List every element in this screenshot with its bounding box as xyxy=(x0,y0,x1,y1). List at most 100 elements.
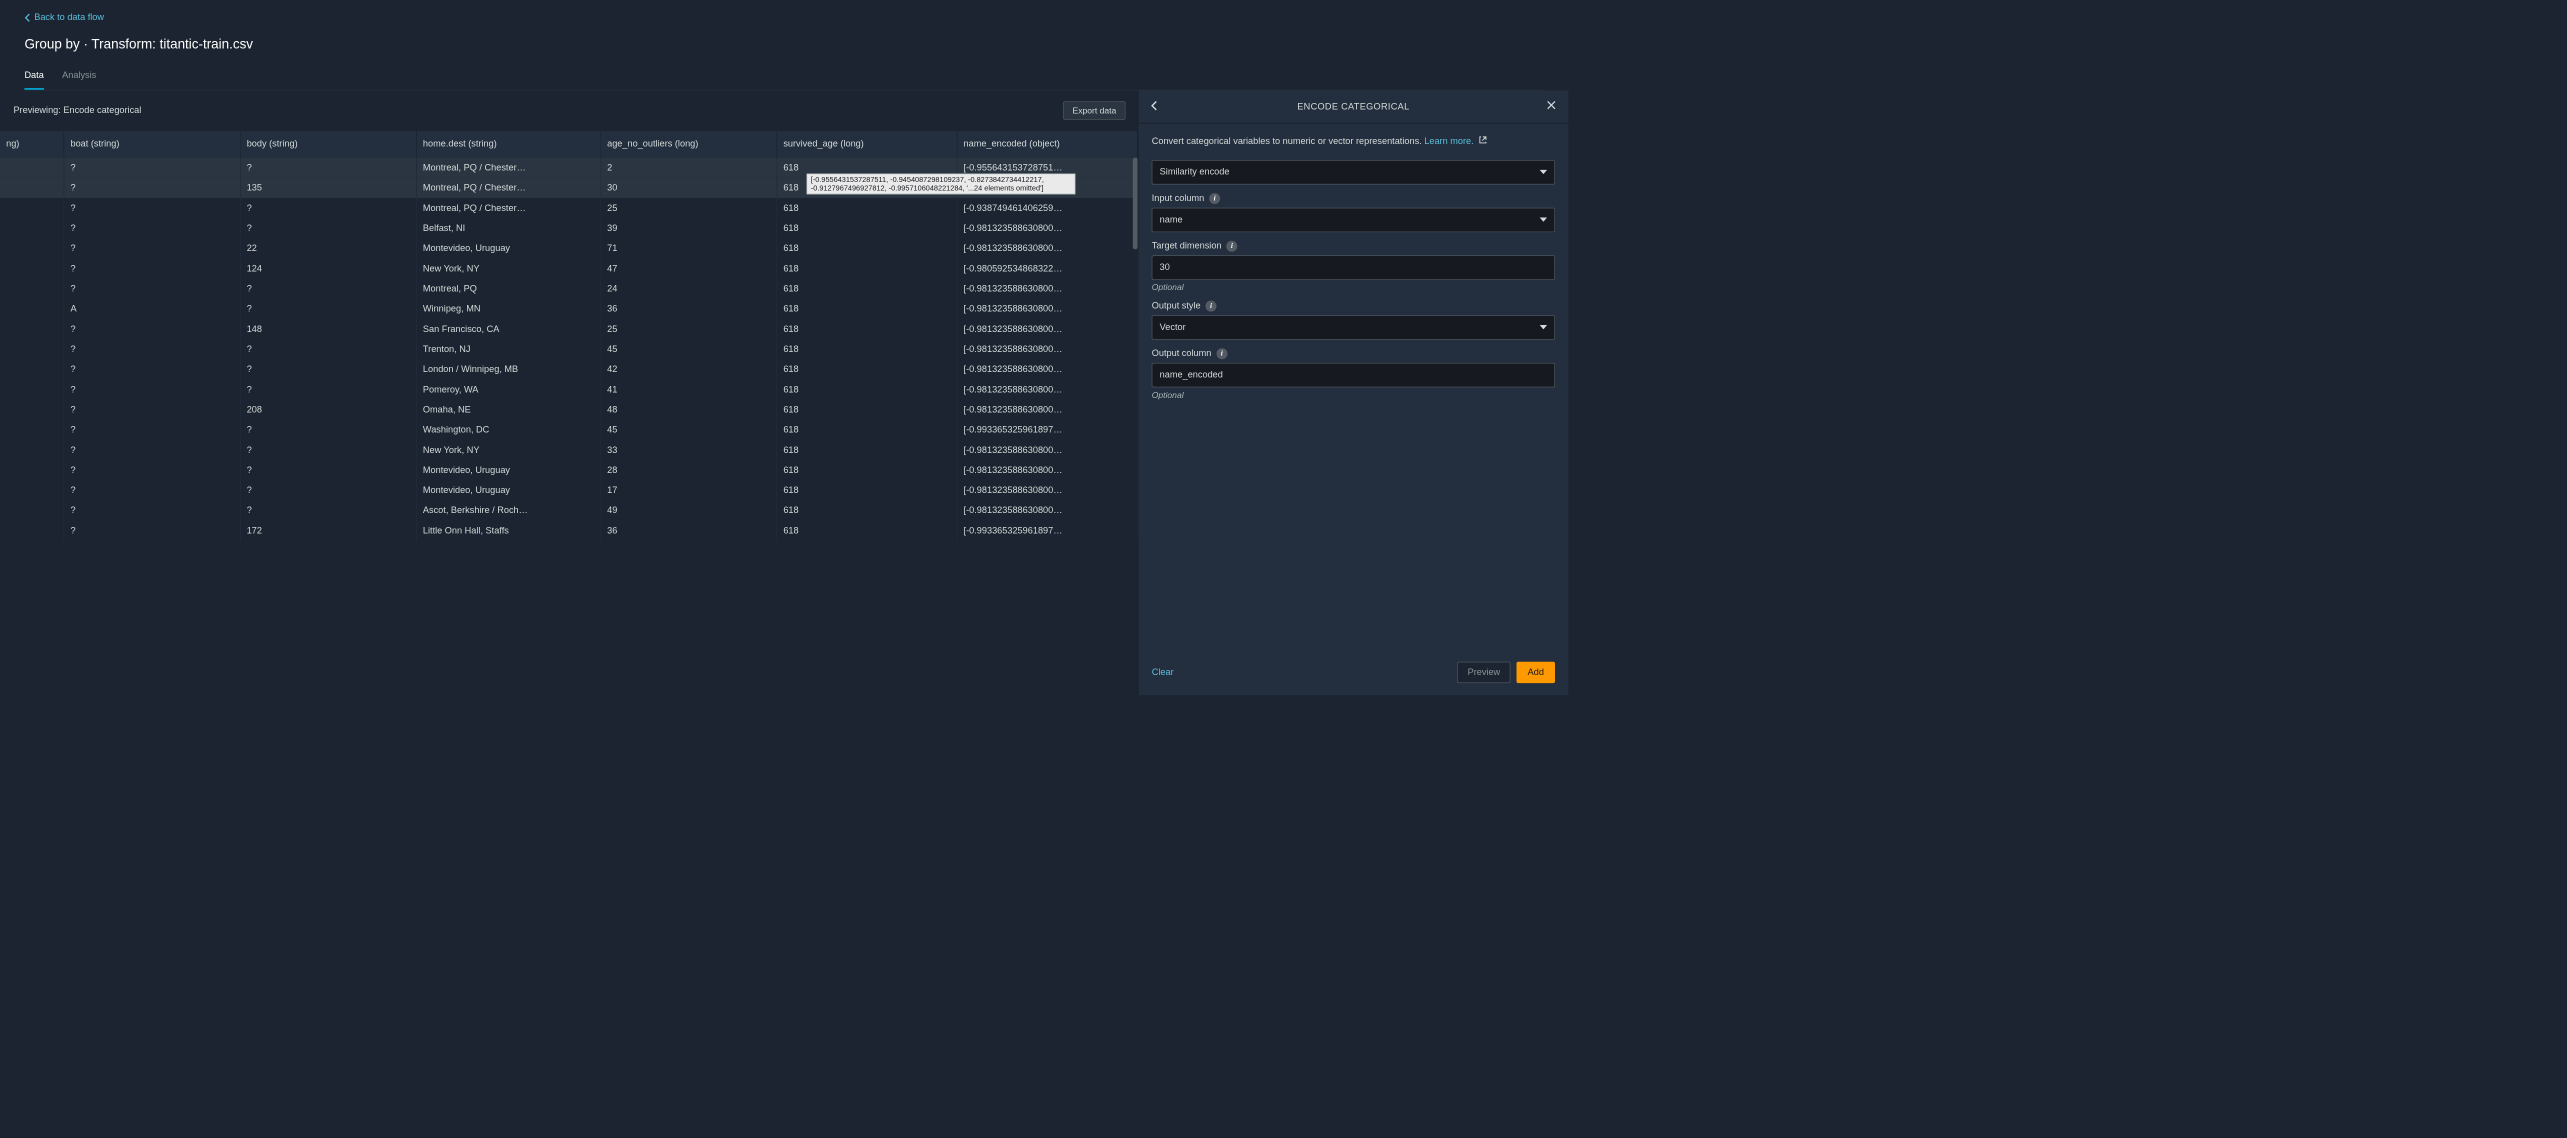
table-cell[interactable]: ? xyxy=(64,258,240,278)
table-cell[interactable]: ? xyxy=(240,218,416,238)
table-cell[interactable]: ? xyxy=(64,520,240,540)
table-cell[interactable]: 48 xyxy=(601,399,777,419)
table-row[interactable]: ??Washington, DC45618[-0.993365325961897… xyxy=(0,419,1137,439)
table-cell[interactable]: 22 xyxy=(240,238,416,258)
table-cell[interactable]: [-0.981323588630800… xyxy=(957,298,1137,318)
info-icon[interactable]: i xyxy=(1226,240,1237,251)
table-cell[interactable]: ? xyxy=(240,379,416,399)
table-cell[interactable]: ? xyxy=(64,198,240,218)
table-cell[interactable] xyxy=(0,460,64,480)
table-cell[interactable]: ? xyxy=(64,460,240,480)
table-cell[interactable]: Montreal, PQ / Chester… xyxy=(416,198,600,218)
table-cell[interactable]: 36 xyxy=(601,298,777,318)
table-cell[interactable] xyxy=(0,440,64,460)
panel-close-button[interactable] xyxy=(1546,99,1556,113)
table-cell[interactable]: ? xyxy=(64,419,240,439)
table-row[interactable]: ??Trenton, NJ45618[-0.981323588630800… xyxy=(0,339,1137,359)
table-cell[interactable]: ? xyxy=(64,157,240,177)
table-cell[interactable]: 41 xyxy=(601,379,777,399)
table-cell[interactable]: ? xyxy=(240,157,416,177)
table-cell[interactable]: Omaha, NE xyxy=(416,399,600,419)
table-cell[interactable]: ? xyxy=(240,440,416,460)
preview-button[interactable]: Preview xyxy=(1457,662,1510,683)
table-cell[interactable]: ? xyxy=(64,238,240,258)
table-row[interactable]: A?Winnipeg, MN36618[-0.981323588630800… xyxy=(0,298,1137,318)
table-row[interactable]: ?148San Francisco, CA25618[-0.9813235886… xyxy=(0,319,1137,339)
table-cell[interactable]: Winnipeg, MN xyxy=(416,298,600,318)
input-column-select[interactable]: name xyxy=(1152,207,1555,231)
table-cell[interactable]: ? xyxy=(64,339,240,359)
table-cell[interactable] xyxy=(0,339,64,359)
table-cell[interactable] xyxy=(0,278,64,298)
table-cell[interactable]: 39 xyxy=(601,218,777,238)
table-cell[interactable]: 618 xyxy=(777,218,957,238)
table-cell[interactable]: [-0.981323588630800… xyxy=(957,359,1137,379)
table-cell[interactable]: ? xyxy=(240,198,416,218)
table-cell[interactable]: ? xyxy=(64,480,240,500)
table-cell[interactable]: 36 xyxy=(601,520,777,540)
table-cell[interactable] xyxy=(0,419,64,439)
column-header-encoded[interactable]: name_encoded (object) xyxy=(957,130,1137,157)
table-cell[interactable]: Montreal, PQ / Chester… xyxy=(416,177,600,197)
export-data-button[interactable]: Export data xyxy=(1063,101,1125,119)
table-cell[interactable]: 618 xyxy=(777,399,957,419)
info-icon[interactable]: i xyxy=(1209,193,1220,204)
table-cell[interactable]: ? xyxy=(64,278,240,298)
table-cell[interactable]: [-0.981323588630800… xyxy=(957,440,1137,460)
clear-link[interactable]: Clear xyxy=(1152,667,1174,677)
table-cell[interactable]: 135 xyxy=(240,177,416,197)
table-cell[interactable]: ? xyxy=(64,379,240,399)
learn-more-link[interactable]: Learn more. xyxy=(1424,136,1473,146)
table-cell[interactable]: 618 xyxy=(777,278,957,298)
table-cell[interactable]: 618 xyxy=(777,319,957,339)
column-header-age[interactable]: age_no_outliers (long) xyxy=(601,130,777,157)
table-row[interactable]: ??London / Winnipeg, MB42618[-0.98132358… xyxy=(0,359,1137,379)
table-cell[interactable] xyxy=(0,520,64,540)
table-cell[interactable] xyxy=(0,298,64,318)
table-row[interactable]: ??Montevideo, Uruguay17618[-0.9813235886… xyxy=(0,480,1137,500)
table-cell[interactable]: 618 xyxy=(777,298,957,318)
table-cell[interactable]: Montreal, PQ xyxy=(416,278,600,298)
table-cell[interactable] xyxy=(0,198,64,218)
table-cell[interactable]: 28 xyxy=(601,460,777,480)
table-cell[interactable]: ? xyxy=(64,359,240,379)
table-cell[interactable]: 618 xyxy=(777,520,957,540)
data-table[interactable]: ng) boat (string) body (string) home.des… xyxy=(0,130,1138,695)
table-cell[interactable]: ? xyxy=(240,339,416,359)
table-cell[interactable]: 618 xyxy=(777,500,957,520)
table-cell[interactable] xyxy=(0,500,64,520)
table-cell[interactable]: 618 xyxy=(777,238,957,258)
table-cell[interactable]: 71 xyxy=(601,238,777,258)
table-cell[interactable] xyxy=(0,238,64,258)
table-cell[interactable]: Montevideo, Uruguay xyxy=(416,238,600,258)
table-cell[interactable]: Montreal, PQ / Chester… xyxy=(416,157,600,177)
table-cell[interactable]: 618 xyxy=(777,419,957,439)
table-cell[interactable]: 45 xyxy=(601,339,777,359)
table-cell[interactable]: 25 xyxy=(601,198,777,218)
table-cell[interactable]: 124 xyxy=(240,258,416,278)
table-cell[interactable]: Montevideo, Uruguay xyxy=(416,480,600,500)
table-cell[interactable]: 618 xyxy=(777,460,957,480)
table-row[interactable]: ?172Little Onn Hall, Staffs36618[-0.9933… xyxy=(0,520,1137,540)
vertical-scrollbar[interactable] xyxy=(1133,157,1138,249)
add-button[interactable]: Add xyxy=(1517,662,1555,683)
table-row[interactable]: ?208Omaha, NE48618[-0.981323588630800… xyxy=(0,399,1137,419)
table-cell[interactable]: 618 xyxy=(777,440,957,460)
table-cell[interactable]: Washington, DC xyxy=(416,419,600,439)
tab-analysis[interactable]: Analysis xyxy=(62,70,96,90)
table-cell[interactable]: 618 xyxy=(777,339,957,359)
table-cell[interactable]: Montevideo, Uruguay xyxy=(416,460,600,480)
column-header-boat[interactable]: boat (string) xyxy=(64,130,240,157)
table-cell[interactable]: ? xyxy=(64,177,240,197)
table-cell[interactable]: San Francisco, CA xyxy=(416,319,600,339)
table-cell[interactable]: ? xyxy=(64,319,240,339)
table-cell[interactable]: 618 xyxy=(777,379,957,399)
transform-select[interactable]: Similarity encode xyxy=(1152,160,1555,184)
table-cell[interactable]: 2 xyxy=(601,157,777,177)
info-icon[interactable]: i xyxy=(1206,300,1217,311)
table-cell[interactable]: [-0.938749461406259… xyxy=(957,198,1137,218)
target-dimension-input[interactable] xyxy=(1160,262,1547,272)
table-row[interactable]: ??New York, NY33618[-0.981323588630800… xyxy=(0,440,1137,460)
column-header-stub[interactable]: ng) xyxy=(0,130,64,157)
table-cell[interactable] xyxy=(0,379,64,399)
